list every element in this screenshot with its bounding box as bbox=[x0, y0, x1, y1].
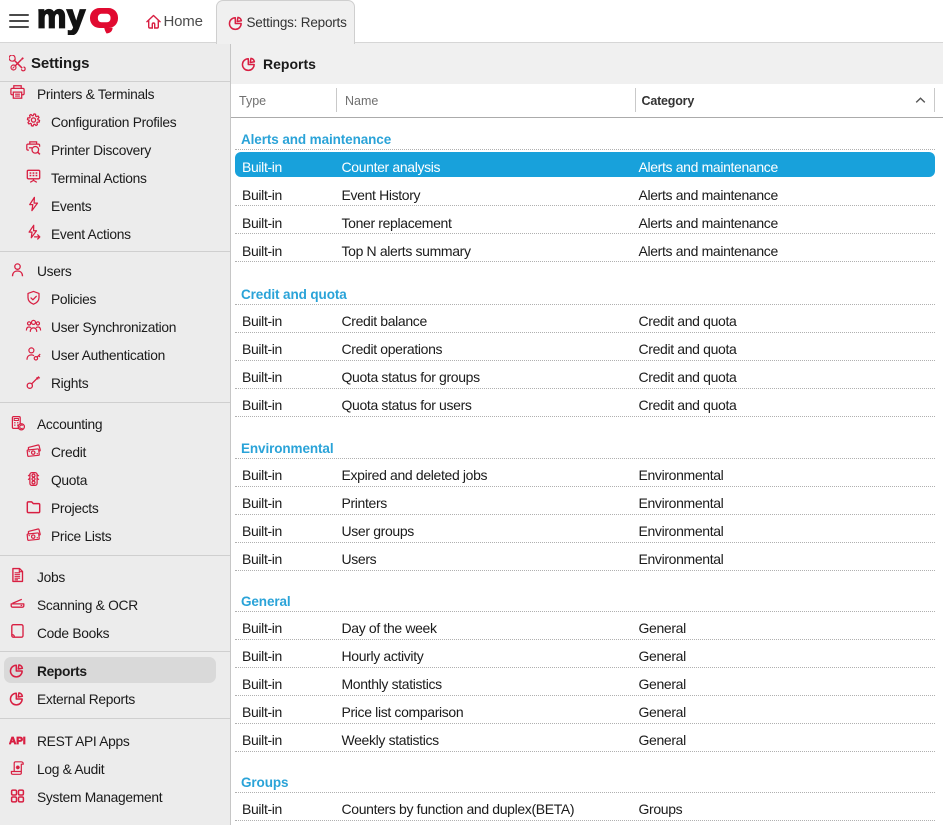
svg-text:API: API bbox=[9, 735, 26, 746]
svg-text:my: my bbox=[37, 7, 86, 34]
